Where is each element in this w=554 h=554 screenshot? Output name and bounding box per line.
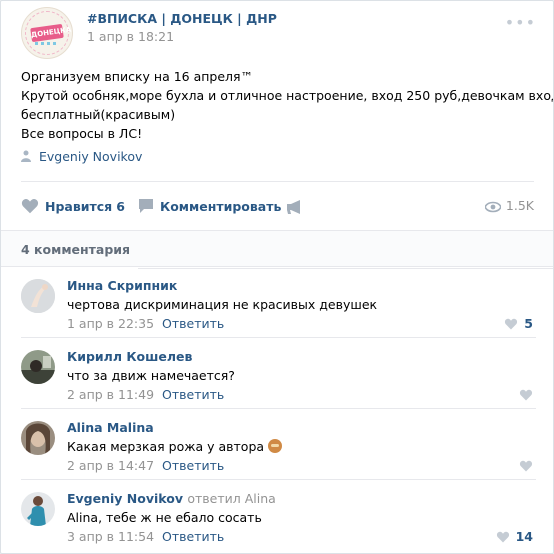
reply-button[interactable]: Ответить (162, 387, 224, 402)
post-text-line: Все вопросы в ЛС! (21, 126, 143, 141)
avatar-image (21, 421, 55, 455)
reply-button[interactable]: Ответить (162, 316, 224, 331)
comment-date[interactable]: 1 апр в 22:35 (67, 316, 154, 331)
post-date[interactable]: 1 апр в 18:21 (87, 29, 174, 44)
comments-count: 4 комментария (21, 242, 131, 257)
post-text: Организуем вписку на 16 апреля™ Крутой о… (21, 67, 554, 143)
avatar[interactable] (21, 350, 55, 384)
comment-author[interactable]: Alina Malina (67, 420, 154, 435)
post-text-line: Крутой особняк,море бухла и отличное нас… (21, 88, 554, 103)
post-author[interactable]: Evgeniy Novikov (21, 149, 142, 164)
comment-item: Alina Malina Какая мерзкая рожа у автора… (21, 409, 536, 480)
comment-date[interactable]: 3 апр в 11:54 (67, 529, 154, 544)
post-header: ДОНЕЦКА #ВПИСКА | ДОНЕЦК | ДНР 1 апр в 1… (21, 7, 536, 59)
megaphone-icon (287, 200, 300, 214)
comments-header: 4 комментария (1, 230, 553, 267)
post-actions: Нравится 6 Комментировать 1.5K (21, 181, 553, 269)
like-button[interactable]: Нравится 6 (21, 198, 125, 214)
like-count: 6 (116, 199, 125, 214)
heart-icon (505, 318, 518, 330)
see-no-evil-monkey-icon (268, 439, 283, 453)
avatar-image (21, 492, 55, 526)
group-name-link[interactable]: #ВПИСКА | ДОНЕЦК | ДНР (87, 11, 277, 26)
comment-item: Кирилл Кошелев что за движ намечается? 2… (21, 338, 536, 409)
comment-date[interactable]: 2 апр в 14:47 (67, 458, 154, 473)
avatar-dots (35, 42, 59, 45)
comment-author[interactable]: Кирилл Кошелев (67, 349, 192, 364)
heart-icon (519, 389, 533, 401)
reply-button[interactable]: Ответить (162, 458, 224, 473)
post-author-name[interactable]: Evgeniy Novikov (39, 149, 142, 164)
comment-meta: 2 апр в 11:49 Ответить (67, 387, 224, 402)
comment-author-name[interactable]: Кирилл Кошелев (67, 349, 192, 364)
reply-button[interactable]: Ответить (162, 529, 224, 544)
heart-icon (496, 531, 509, 543)
comment-label: Комментировать (160, 199, 282, 214)
comment-author-name[interactable]: Инна Скрипник (67, 278, 177, 293)
comment-author[interactable]: Инна Скрипник (67, 278, 177, 293)
heart-icon (519, 460, 533, 472)
comment-item: Evgeniy Novikov ответил Alina Alina, теб… (21, 480, 536, 550)
like-label: Нравится (45, 199, 113, 214)
person-icon (21, 150, 31, 162)
comment-author[interactable]: Evgeniy Novikov ответил Alina (67, 491, 276, 506)
comment-author-name[interactable]: Evgeniy Novikov (67, 491, 183, 506)
post-card: ДОНЕЦКА #ВПИСКА | ДОНЕЦК | ДНР 1 апр в 1… (0, 0, 554, 554)
replied-to-label[interactable]: ответил Alina (187, 491, 275, 506)
heart-icon (21, 199, 39, 214)
comment-item: Инна Скрипник чертова дискриминация не к… (21, 267, 536, 338)
comment-text: Какая мерзкая рожа у автора (67, 439, 283, 454)
comment-like-button[interactable]: 14 (496, 529, 533, 544)
avatar-image (21, 279, 55, 313)
comment-date[interactable]: 2 апр в 11:49 (67, 387, 154, 402)
comment-meta: 2 апр в 14:47 Ответить (67, 458, 224, 473)
comment-like-button[interactable] (519, 458, 533, 473)
avatar[interactable] (21, 492, 55, 526)
group-avatar[interactable]: ДОНЕЦКА (21, 7, 73, 59)
avatar[interactable] (21, 421, 55, 455)
comment-text: Alina, тебе ж не ебало сосать (67, 510, 262, 525)
comment-icon (139, 199, 153, 213)
comment-text: чертова дискриминация не красивых девуше… (67, 297, 378, 312)
comment-author-name[interactable]: Alina Malina (67, 420, 154, 435)
eye-icon (484, 201, 502, 213)
comment-like-count: 5 (524, 316, 533, 331)
share-button[interactable] (286, 199, 308, 214)
comment-like-button[interactable]: 5 (504, 316, 533, 331)
comment-like-count: 14 (515, 529, 533, 544)
more-options-icon[interactable]: ••• (505, 13, 536, 32)
views-counter: 1.5K (484, 198, 534, 213)
comment-meta: 3 апр в 11:54 Ответить (67, 529, 224, 544)
views-count: 1.5K (505, 198, 534, 213)
comment-meta: 1 апр в 22:35 Ответить (67, 316, 224, 331)
comment-like-button[interactable] (519, 387, 533, 402)
avatar-image (21, 350, 55, 384)
avatar[interactable] (21, 279, 55, 313)
post-text-line: Организуем вписку на 16 апреля™ (21, 69, 254, 84)
comment-text: что за движ намечается? (67, 368, 235, 383)
comment-text-content: Какая мерзкая рожа у автора (67, 439, 265, 454)
post-text-line: бесплатный(красивым) (21, 107, 176, 122)
